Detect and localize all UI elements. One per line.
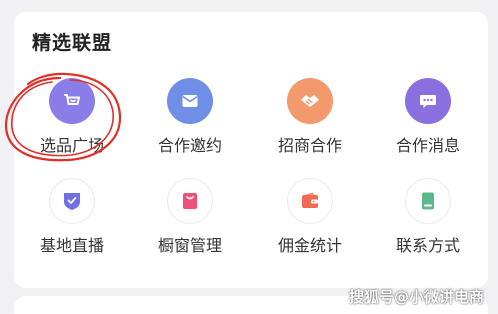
menu-item-cooperation-invites[interactable]: 合作邀约 [135,78,245,168]
menu-item-base-live[interactable]: 基地直播 [17,178,127,268]
menu-item-label: 合作消息 [395,136,460,155]
menu-item-label: 招商合作 [277,136,342,155]
menu-item-label: 选品广场 [39,136,104,155]
chat-bubble-icon [405,78,451,124]
watermark: 搜狐号@小微讲电商 [348,288,484,306]
tablet-icon [405,178,451,224]
menu-item-label: 佣金统计 [277,236,342,255]
shopping-bag-icon [167,178,213,224]
shopping-cart-icon [49,78,95,124]
handshake-icon [287,78,333,124]
menu-item-showcase-management[interactable]: 橱窗管理 [135,178,245,268]
menu-item-label: 合作邀约 [157,136,222,155]
menu-item-label: 橱窗管理 [157,236,222,255]
menu-item-commission-stats[interactable]: 佣金统计 [255,178,365,268]
menu-item-contact-info[interactable]: 联系方式 [373,178,483,268]
menu-item-label: 联系方式 [395,236,460,255]
menu-item-merchant-cooperation[interactable]: 招商合作 [255,78,365,168]
shield-check-icon [49,178,95,224]
section-title: 精选联盟 [32,32,113,54]
envelope-icon [167,78,213,124]
wallet-icon [287,178,333,224]
menu-item-product-selection[interactable]: 选品广场 [17,78,127,168]
menu-item-cooperation-messages[interactable]: 合作消息 [373,78,483,168]
menu-item-label: 基地直播 [39,236,104,255]
